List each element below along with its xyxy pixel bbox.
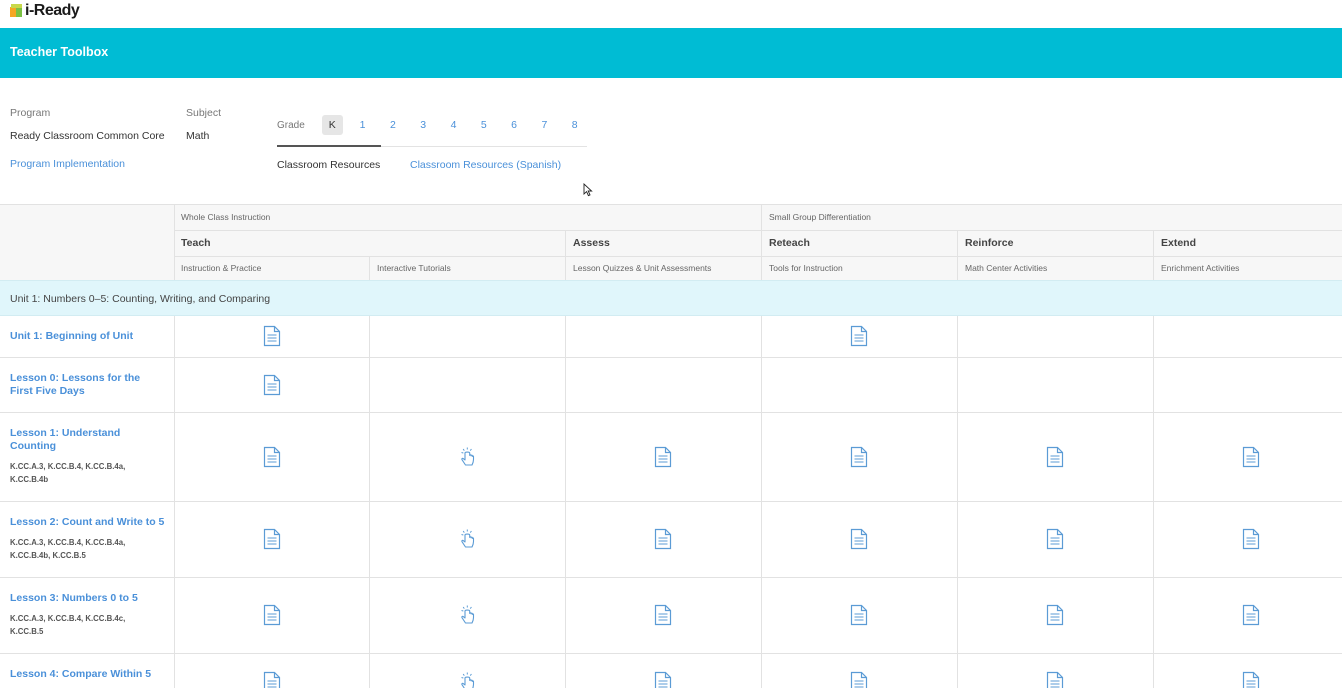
iready-logo[interactable]: i-Ready xyxy=(10,2,80,20)
unit-title: Unit 1: Numbers 0–5: Counting, Writing, … xyxy=(10,293,271,305)
subject-label: Subject xyxy=(186,107,222,119)
logo-bar: i-Ready xyxy=(0,0,1342,28)
title-band: Teacher Toolbox xyxy=(0,28,1342,78)
grade-button-3[interactable]: 3 xyxy=(413,115,434,135)
row-standards-lesson2: K.CC.A.3, K.CC.B.4, K.CC.B.4a, K.CC.B.4b… xyxy=(10,538,126,560)
document-icon[interactable] xyxy=(1241,528,1261,550)
group-whole-class: Whole Class Instruction xyxy=(181,212,271,222)
grade-button-2[interactable]: 2 xyxy=(382,115,403,135)
grade-selector: Grade K 1 2 3 4 5 6 7 8 xyxy=(277,115,594,135)
active-tab-indicator xyxy=(277,145,381,147)
grade-button-5[interactable]: 5 xyxy=(473,115,494,135)
document-icon[interactable] xyxy=(1045,671,1065,688)
row-standards-lesson1: K.CC.A.3, K.CC.B.4, K.CC.B.4a, K.CC.B.4b xyxy=(10,462,126,484)
document-icon[interactable] xyxy=(262,528,282,550)
document-icon[interactable] xyxy=(1241,671,1261,688)
page-title: Teacher Toolbox xyxy=(10,45,109,59)
col-title-reinforce: Reinforce xyxy=(965,237,1014,249)
subject-value: Math xyxy=(186,130,210,142)
unit-header-row[interactable]: Unit 1: Numbers 0–5: Counting, Writing, … xyxy=(0,280,1342,316)
document-icon[interactable] xyxy=(849,671,869,688)
row-title-unit1-beginning[interactable]: Unit 1: Beginning of Unit xyxy=(10,330,165,343)
col-title-reteach: Reteach xyxy=(769,237,810,249)
group-small-group: Small Group Differentiation xyxy=(769,212,871,222)
touch-gesture-icon[interactable] xyxy=(457,604,477,626)
grade-button-1[interactable]: 1 xyxy=(352,115,373,135)
col-sub-quizzes-assessments: Lesson Quizzes & Unit Assessments xyxy=(573,263,712,273)
col-sub-interactive-tutorials: Interactive Tutorials xyxy=(377,263,451,273)
col-title-assess: Assess xyxy=(573,237,610,249)
document-icon[interactable] xyxy=(653,528,673,550)
cube-logo-icon xyxy=(10,4,23,18)
touch-gesture-icon[interactable] xyxy=(457,528,477,550)
grade-button-4[interactable]: 4 xyxy=(443,115,464,135)
row-title-lesson1[interactable]: Lesson 1: Understand Counting xyxy=(10,427,130,453)
document-icon[interactable] xyxy=(849,604,869,626)
col-sub-enrichment: Enrichment Activities xyxy=(1161,263,1240,273)
document-icon[interactable] xyxy=(653,671,673,688)
col-sub-tools-instruction: Tools for Instruction xyxy=(769,263,843,273)
row-title-lesson4[interactable]: Lesson 4: Compare Within 5 xyxy=(10,668,165,681)
grade-button-k[interactable]: K xyxy=(321,115,343,135)
document-icon[interactable] xyxy=(653,604,673,626)
document-icon[interactable] xyxy=(262,446,282,468)
document-icon[interactable] xyxy=(849,528,869,550)
col-sub-instruction-practice: Instruction & Practice xyxy=(181,263,262,273)
document-icon[interactable] xyxy=(653,446,673,468)
document-icon[interactable] xyxy=(1241,604,1261,626)
document-icon[interactable] xyxy=(1241,446,1261,468)
logo-text: i-Ready xyxy=(25,2,80,19)
program-value: Ready Classroom Common Core xyxy=(10,130,165,142)
tab-classroom-resources[interactable]: Classroom Resources xyxy=(277,159,380,171)
grade-button-8[interactable]: 8 xyxy=(564,115,585,135)
touch-gesture-icon[interactable] xyxy=(457,671,477,688)
document-icon[interactable] xyxy=(262,374,282,396)
program-implementation-link[interactable]: Program Implementation xyxy=(10,158,125,170)
document-icon[interactable] xyxy=(1045,446,1065,468)
document-icon[interactable] xyxy=(262,325,282,347)
document-icon[interactable] xyxy=(1045,528,1065,550)
document-icon[interactable] xyxy=(262,604,282,626)
program-label: Program xyxy=(10,107,51,119)
row-title-lesson0[interactable]: Lesson 0: Lessons for the First Five Day… xyxy=(10,372,165,398)
grade-label: Grade xyxy=(277,119,305,131)
touch-gesture-icon[interactable] xyxy=(457,446,477,468)
grade-button-6[interactable]: 6 xyxy=(504,115,525,135)
col-title-extend: Extend xyxy=(1161,237,1197,249)
col-sub-math-center: Math Center Activities xyxy=(965,263,1048,273)
mouse-cursor-icon xyxy=(583,183,593,197)
grade-button-7[interactable]: 7 xyxy=(534,115,555,135)
document-icon[interactable] xyxy=(262,671,282,688)
row-title-lesson2[interactable]: Lesson 2: Count and Write to 5 xyxy=(10,516,165,529)
col-title-teach: Teach xyxy=(181,237,211,249)
row-title-lesson3[interactable]: Lesson 3: Numbers 0 to 5 xyxy=(10,592,165,605)
document-icon[interactable] xyxy=(849,325,869,347)
document-icon[interactable] xyxy=(1045,604,1065,626)
tab-classroom-resources-spanish[interactable]: Classroom Resources (Spanish) xyxy=(410,159,561,171)
row-standards-lesson3: K.CC.A.3, K.CC.B.4, K.CC.B.4c, K.CC.B.5 xyxy=(10,614,126,636)
document-icon[interactable] xyxy=(849,446,869,468)
